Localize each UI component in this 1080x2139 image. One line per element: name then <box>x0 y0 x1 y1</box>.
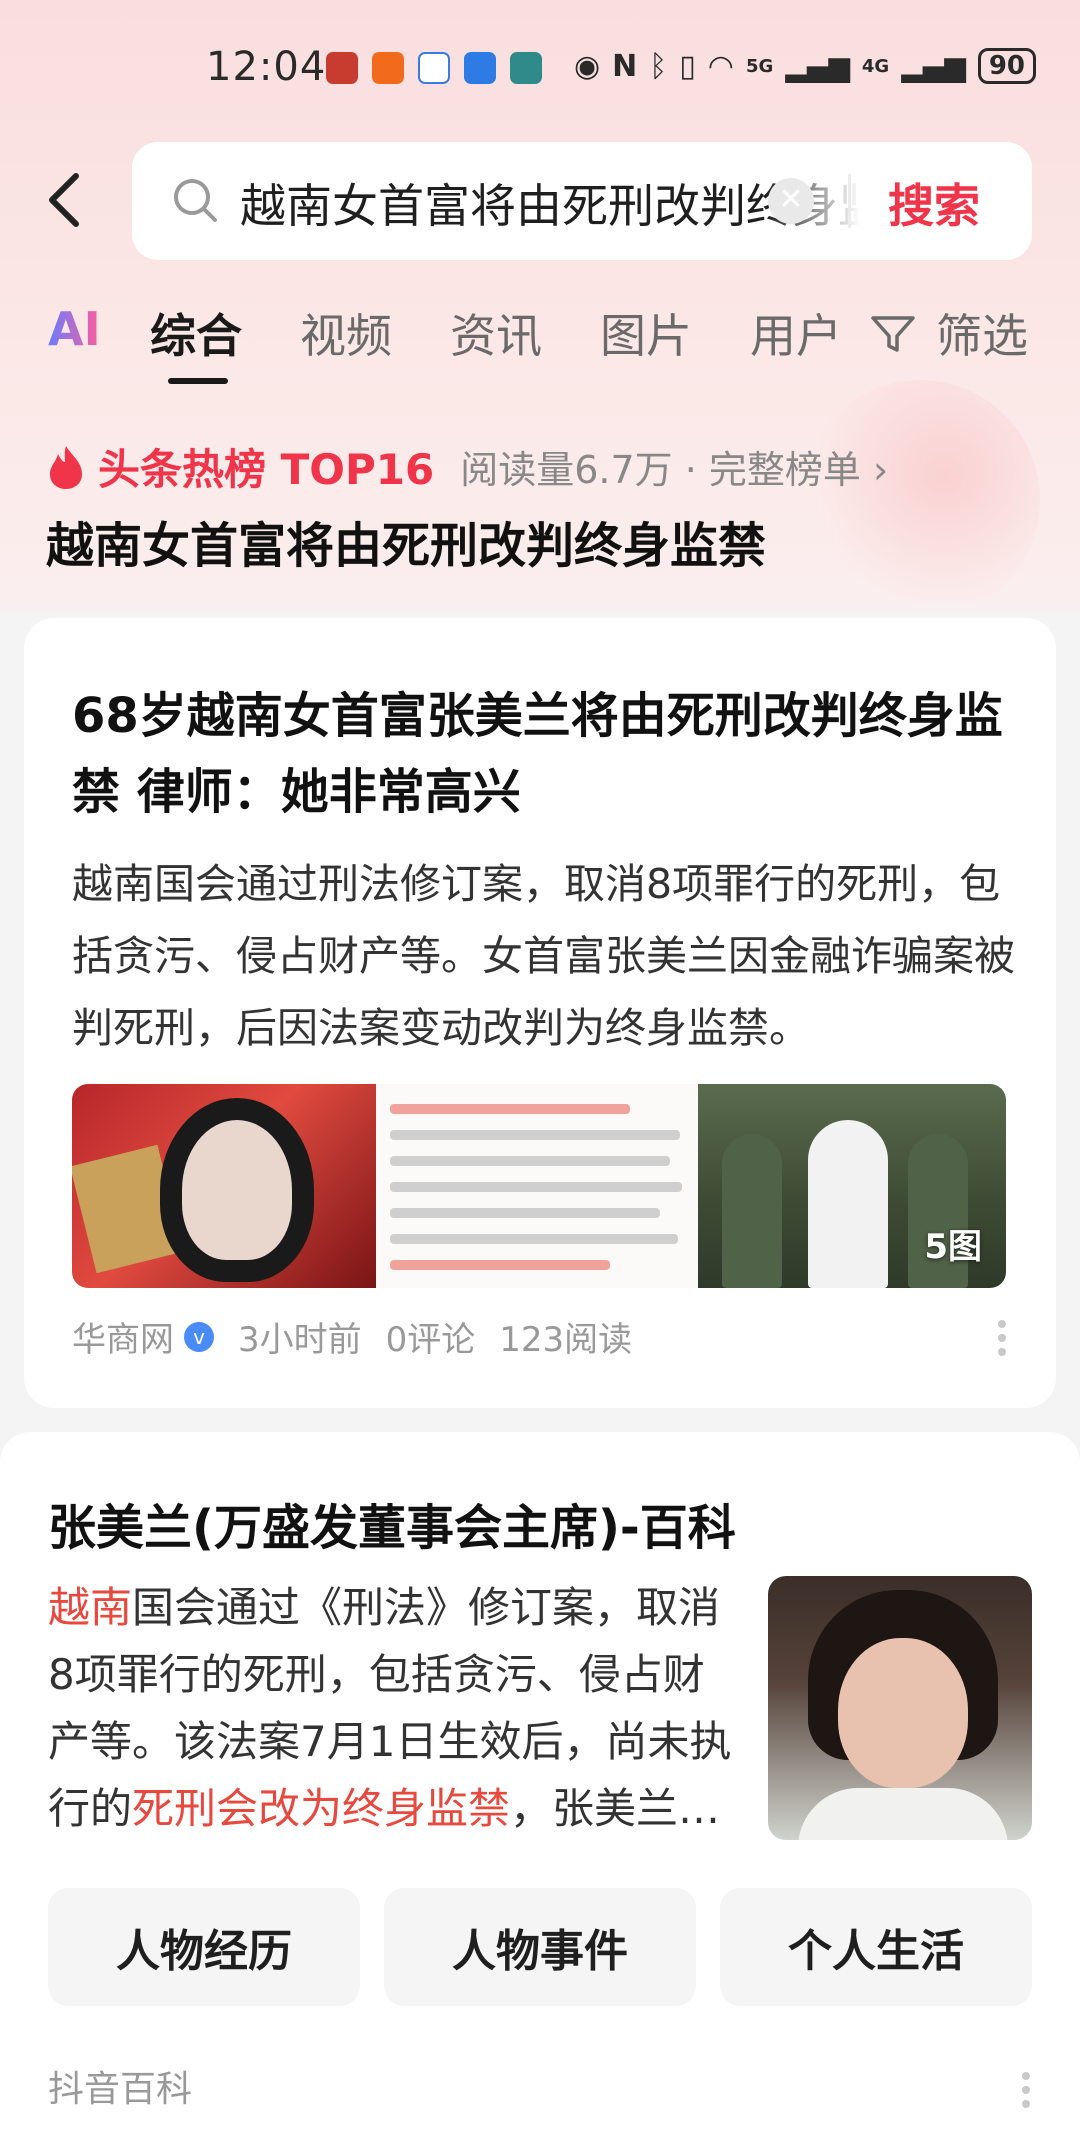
article-card[interactable]: 68岁越南女首富张美兰将由死刑改判终身监禁 律师：她非常高兴 越南国会通过刑法修… <box>24 618 1056 1408</box>
search-tabs: 综合 视频 资讯 图片 用户 筛选 <box>0 300 1080 390</box>
verified-icon: v <box>184 1321 214 1352</box>
network-5g-label: 5G <box>745 55 774 77</box>
article-image-screenshot <box>376 1084 698 1288</box>
more-options-icon[interactable] <box>1022 2066 1034 2114</box>
tab-users[interactable]: 用户 <box>750 300 842 366</box>
wifi-icon: ◠ <box>707 48 734 84</box>
status-bar: 12:04 ◉ N ᛒ ▯ ◠ 5G ▂▄▆ 4G ▂▄▆ 90 <box>0 0 1080 140</box>
notification-icons <box>326 52 542 84</box>
dot <box>998 1334 1006 1342</box>
article-source[interactable]: 华商网 <box>72 1312 174 1361</box>
signal-icon: ▂▄▆ <box>785 49 850 83</box>
tab-images[interactable]: 图片 <box>600 300 692 366</box>
close-icon: ✕ <box>778 182 804 217</box>
baike-source[interactable]: 抖音百科 <box>48 2060 192 2112</box>
dot <box>998 1320 1006 1328</box>
article-reads: 123阅读 <box>499 1320 633 1360</box>
chip-events[interactable]: 人物事件 <box>384 1888 696 2006</box>
back-button[interactable] <box>44 170 94 230</box>
baike-title[interactable]: 张美兰(万盛发董事会主席)-百科 <box>48 1488 736 1558</box>
baike-summary: 越南国会通过《刑法》修订案，取消8项罪行的死刑，包括贪污、侵占财产等。该法案7月… <box>48 1574 738 1842</box>
shirt-graphic <box>798 1788 1008 1840</box>
app-notification-icon <box>372 52 404 84</box>
building-graphic <box>72 1144 184 1274</box>
text-line <box>390 1130 680 1140</box>
person-graphic <box>722 1134 782 1288</box>
dot <box>1022 2100 1030 2108</box>
clear-search-button[interactable]: ✕ <box>768 178 814 224</box>
dot <box>1022 2086 1030 2094</box>
filter-icon[interactable] <box>870 314 916 354</box>
text-line <box>390 1156 670 1166</box>
chevron-left-icon <box>49 173 79 227</box>
active-tab-indicator <box>168 378 228 384</box>
clock: 12:04 <box>206 44 327 90</box>
nfc-icon: N <box>612 48 638 84</box>
divider <box>848 174 851 228</box>
more-options-icon[interactable] <box>998 1314 1010 1362</box>
article-image-illustration <box>72 1084 376 1288</box>
hot-rank-meta[interactable]: 阅读量6.7万 · 完整榜单 › <box>460 439 888 494</box>
baike-portrait-image[interactable] <box>768 1576 1032 1840</box>
search-input[interactable]: 越南女首富将由死刑改判终身监禁 <box>240 170 860 230</box>
text-line <box>390 1208 660 1218</box>
system-icons: ◉ N ᛒ ▯ ◠ 5G ▂▄▆ 4G ▂▄▆ 90 <box>574 48 1036 84</box>
hot-rank-label: 头条热榜 TOP16 <box>98 445 435 494</box>
article-comments: 0评论 <box>385 1320 476 1360</box>
summary-text: ，张美兰… <box>510 1784 721 1833</box>
text-line <box>390 1182 682 1192</box>
highlight-text: 越南 <box>48 1583 133 1632</box>
bluetooth-icon: ᛒ <box>649 48 668 84</box>
tab-filter-label[interactable]: 筛选 <box>936 300 1028 366</box>
article-meta: 华商网 v 3小时前 0评论 123阅读 <box>72 1312 656 1361</box>
signal-icon: ▂▄▆ <box>901 49 966 83</box>
search-submit-button[interactable]: 搜索 <box>888 170 980 236</box>
chat-notification-icon <box>510 52 542 84</box>
article-title[interactable]: 68岁越南女首富张美兰将由死刑改判终身监禁 律师：她非常高兴 <box>72 678 1022 830</box>
article-time: 3小时前 <box>238 1320 362 1360</box>
tab-comprehensive[interactable]: 综合 <box>150 300 242 366</box>
chip-personal-life[interactable]: 个人生活 <box>720 1888 1032 2006</box>
dot <box>998 1348 1006 1356</box>
tab-video[interactable]: 视频 <box>300 300 392 366</box>
chip-biography[interactable]: 人物经历 <box>48 1888 360 2006</box>
article-image-strip[interactable]: 5图 <box>72 1084 1006 1288</box>
article-image-photo: 5图 <box>698 1084 1006 1288</box>
battery-level: 90 <box>977 48 1036 84</box>
vibrate-icon: ▯ <box>679 48 696 84</box>
text-line <box>390 1104 630 1114</box>
app-notification-icon <box>326 52 358 84</box>
text-line <box>390 1260 610 1270</box>
person-graphic <box>808 1120 888 1288</box>
eye-icon: ◉ <box>573 48 601 84</box>
baike-card[interactable]: 张美兰(万盛发董事会主席)-百科 越南国会通过《刑法》修订案，取消8项罪行的死刑… <box>0 1432 1080 2139</box>
app-notification-icon <box>464 52 496 84</box>
article-summary: 越南国会通过刑法修订案，取消8项罪行的死刑，包括贪污、侵占财产等。女首富张美兰因… <box>72 860 1015 1052</box>
face-graphic <box>838 1638 968 1788</box>
highlight-text: 死刑会改为终身监禁 <box>132 1784 511 1833</box>
hot-rank-row[interactable]: 头条热榜 TOP16 阅读量6.7万 · 完整榜单 › <box>46 436 888 497</box>
app-notification-icon <box>418 52 450 84</box>
network-4g-label: 4G <box>861 55 890 77</box>
tab-news[interactable]: 资讯 <box>450 300 542 366</box>
dot <box>1022 2072 1030 2080</box>
text-line <box>390 1234 678 1244</box>
search-bar[interactable]: 越南女首富将由死刑改判终身监禁 ✕ 搜索 <box>132 142 1032 260</box>
header-decoration <box>800 380 1040 620</box>
flame-icon <box>50 445 82 489</box>
portrait-graphic <box>182 1120 292 1260</box>
search-icon <box>174 179 217 222</box>
hot-rank-headline[interactable]: 越南女首富将由死刑改判终身监禁 <box>46 506 766 576</box>
baike-chips: 人物经历 人物事件 个人生活 <box>48 1888 1032 2006</box>
image-count: 5图 <box>924 1227 982 1267</box>
